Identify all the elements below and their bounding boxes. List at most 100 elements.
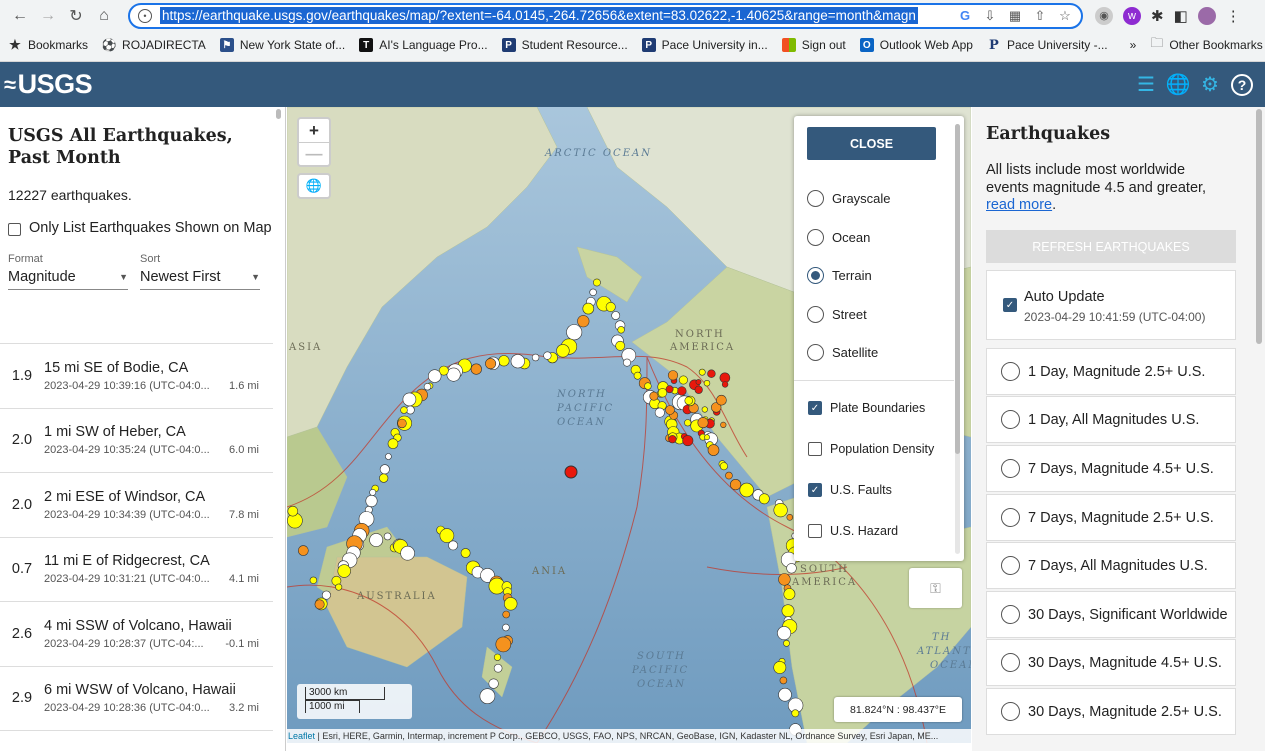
list-item[interactable]: 2.0 1 mi SW of Heber, CA 2023-04-29 10:35:… bbox=[0, 409, 273, 473]
earthquake-marker[interactable] bbox=[781, 604, 795, 618]
list-item[interactable]: 2.9 6 mi WSW of Volcano, Hawaii 2023-04-29… bbox=[0, 667, 273, 731]
earthquake-marker[interactable] bbox=[566, 324, 583, 341]
earthquake-marker[interactable] bbox=[633, 371, 642, 380]
earthquake-marker[interactable] bbox=[385, 453, 392, 460]
earthquake-marker[interactable] bbox=[617, 326, 625, 334]
earthquake-marker[interactable] bbox=[488, 678, 499, 689]
feed-option[interactable]: 30 Days, Magnitude 4.5+ U.S. bbox=[986, 639, 1236, 686]
earthquake-marker[interactable] bbox=[783, 639, 790, 647]
puzzle-icon[interactable]: ✱ bbox=[1151, 7, 1164, 25]
bookmark-item[interactable]: P Pace University -... bbox=[987, 38, 1108, 53]
checkbox-checked[interactable]: ✓ bbox=[808, 401, 822, 415]
bookmark-item[interactable]: P Student Resource... bbox=[501, 38, 628, 52]
earthquake-marker[interactable] bbox=[622, 358, 631, 367]
earthquake-marker[interactable] bbox=[448, 540, 458, 551]
basemap-grayscale[interactable]: Grayscale bbox=[807, 190, 891, 207]
install-icon[interactable]: ⇩ bbox=[982, 8, 998, 24]
close-button[interactable]: CLOSE bbox=[807, 127, 936, 160]
earthquake-marker[interactable] bbox=[369, 488, 377, 496]
basemap-ocean[interactable]: Ocean bbox=[807, 229, 870, 246]
basemap-terrain[interactable]: Terrain bbox=[807, 267, 872, 284]
earthquake-marker[interactable] bbox=[677, 386, 687, 396]
feed-option[interactable]: 7 Days, All Magnitudes U.S. bbox=[986, 542, 1236, 589]
earthquake-marker[interactable] bbox=[703, 380, 711, 387]
earthquake-marker[interactable] bbox=[665, 405, 675, 415]
earthquake-marker[interactable] bbox=[498, 355, 510, 367]
earthquake-marker[interactable] bbox=[428, 369, 442, 383]
radio-button[interactable] bbox=[1001, 459, 1020, 478]
bookmark-item[interactable]: P Pace University in... bbox=[641, 38, 768, 52]
radio-button[interactable] bbox=[1001, 653, 1020, 672]
earthquake-marker[interactable] bbox=[777, 626, 792, 641]
earthquake-marker[interactable] bbox=[335, 583, 343, 591]
radio-button[interactable] bbox=[807, 306, 824, 323]
earthquake-marker[interactable] bbox=[564, 465, 578, 479]
bookmark-star-icon[interactable]: ☆ bbox=[1057, 8, 1073, 24]
overlay-us-faults[interactable]: ✓ U.S. Faults bbox=[808, 483, 892, 497]
key-icon[interactable]: ⚿ bbox=[909, 568, 962, 608]
help-icon[interactable]: ? bbox=[1231, 73, 1253, 96]
usgs-logo[interactable]: ≈ USGS bbox=[4, 69, 93, 100]
checkbox-checked[interactable]: ✓ bbox=[808, 483, 822, 497]
list-item[interactable]: 1.9 15 mi SE of Bodie, CA 2023-04-29 10:39… bbox=[0, 344, 273, 409]
leaflet-link[interactable]: Leaflet bbox=[288, 731, 315, 741]
earthquake-marker[interactable] bbox=[657, 388, 668, 398]
earthquake-marker[interactable] bbox=[589, 288, 597, 297]
only-list-checkbox[interactable] bbox=[8, 223, 21, 236]
earthquake-marker[interactable] bbox=[495, 636, 512, 653]
earthquake-marker[interactable] bbox=[439, 528, 455, 543]
bookmark-item[interactable]: ★ Bookmarks bbox=[8, 37, 88, 52]
feeds-scrollbar[interactable] bbox=[1256, 109, 1262, 344]
earthquake-marker[interactable] bbox=[504, 597, 518, 611]
earthquake-marker[interactable] bbox=[369, 533, 384, 547]
earthquake-marker[interactable] bbox=[446, 367, 461, 382]
feed-option[interactable]: 1 Day, All Magnitudes U.S. bbox=[986, 396, 1236, 443]
earthquake-marker[interactable] bbox=[698, 368, 706, 376]
radio-button[interactable] bbox=[1001, 362, 1020, 381]
earthquake-marker[interactable] bbox=[543, 351, 552, 360]
earthquake-marker[interactable] bbox=[397, 418, 407, 429]
zoom-in-button[interactable]: + bbox=[299, 119, 329, 142]
bookmarks-overflow[interactable]: » bbox=[1130, 38, 1137, 52]
earthquake-marker[interactable] bbox=[707, 444, 720, 456]
earthquake-marker[interactable] bbox=[423, 383, 432, 391]
radio-button[interactable] bbox=[1001, 508, 1020, 527]
settings-scrollbar[interactable] bbox=[955, 124, 960, 554]
zoom-out-button[interactable]: — bbox=[299, 142, 329, 165]
url-text[interactable]: https://earthquake.usgs.gov/earthquakes/… bbox=[160, 7, 918, 24]
radio-button[interactable] bbox=[807, 344, 824, 361]
earthquake-marker[interactable] bbox=[704, 434, 710, 441]
bookmark-item[interactable]: ⚑ New York State of... bbox=[219, 38, 345, 52]
only-list-option[interactable]: Only List Earthquakes Shown on Map bbox=[0, 203, 285, 239]
address-bar[interactable]: • https://earthquake.usgs.gov/earthquake… bbox=[128, 2, 1083, 29]
earthquake-marker[interactable] bbox=[287, 505, 299, 517]
globe-icon[interactable]: 🌐 bbox=[1166, 74, 1191, 96]
refresh-earthquakes-button[interactable]: REFRESH EARTHQUAKES bbox=[986, 230, 1236, 263]
radio-button[interactable] bbox=[807, 190, 824, 207]
earthquake-marker[interactable] bbox=[485, 358, 497, 370]
back-arrow-icon[interactable]: ← bbox=[6, 2, 34, 30]
bookmark-item[interactable]: T AI's Language Pro... bbox=[359, 38, 488, 52]
earthquake-marker[interactable] bbox=[309, 576, 318, 584]
earthquake-marker[interactable] bbox=[791, 709, 800, 718]
extension-icon-1[interactable]: ◉ bbox=[1095, 6, 1113, 25]
sort-select[interactable]: Sort Newest First ▼ bbox=[140, 253, 260, 290]
earthquake-marker[interactable] bbox=[716, 394, 727, 406]
menu-kebab-icon[interactable]: ⋮ bbox=[1226, 7, 1241, 25]
earthquake-marker[interactable] bbox=[684, 419, 692, 427]
earthquake-marker[interactable] bbox=[510, 354, 525, 369]
google-icon[interactable]: G bbox=[957, 8, 973, 24]
bookmark-item[interactable]: Sign out bbox=[781, 38, 846, 52]
earthquake-marker[interactable] bbox=[725, 471, 733, 480]
earthquake-marker[interactable] bbox=[682, 435, 694, 447]
earthquake-marker[interactable] bbox=[701, 406, 708, 413]
earthquake-marker[interactable] bbox=[720, 421, 727, 429]
earthquake-marker[interactable] bbox=[719, 462, 728, 471]
radio-button[interactable] bbox=[1001, 702, 1020, 721]
checkbox[interactable] bbox=[808, 442, 822, 456]
earthquake-marker[interactable] bbox=[605, 302, 616, 313]
earthquake-marker[interactable] bbox=[644, 382, 652, 390]
earthquake-marker[interactable] bbox=[707, 369, 716, 378]
lock-icon[interactable]: • bbox=[138, 8, 152, 23]
earthquake-marker[interactable] bbox=[493, 663, 503, 673]
